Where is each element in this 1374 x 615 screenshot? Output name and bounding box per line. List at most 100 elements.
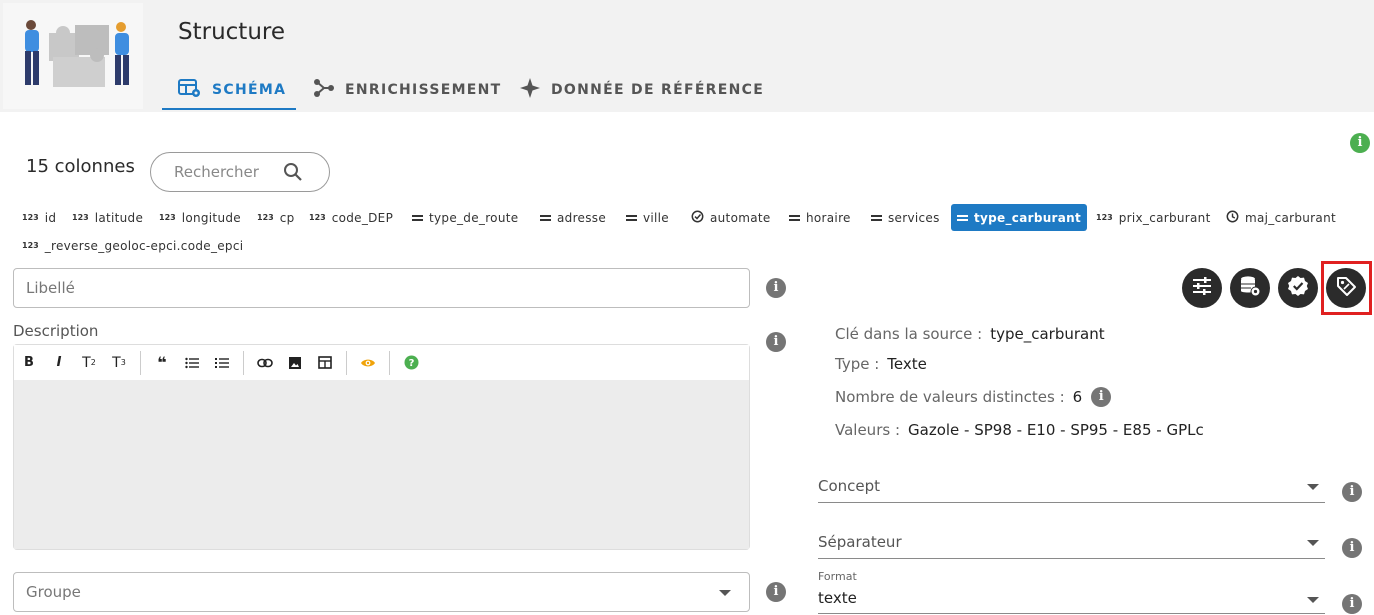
number-type-icon: 123 — [159, 213, 176, 222]
validate-button[interactable] — [1278, 268, 1318, 308]
concept-info-icon[interactable]: i — [1342, 482, 1362, 502]
chip-label: maj_carburant — [1245, 210, 1336, 225]
chip-label: id — [44, 210, 57, 225]
chevron-down-icon — [1307, 484, 1319, 490]
numbered-list-button[interactable] — [207, 348, 237, 378]
groupe-info-icon[interactable]: i — [766, 582, 786, 602]
format-label: Format — [818, 570, 857, 583]
type-value: Texte — [887, 355, 927, 373]
source-key-value: type_carburant — [990, 325, 1105, 343]
column-chip[interactable]: 123 id — [16, 204, 62, 231]
number-type-icon: 123 — [72, 213, 89, 222]
preview-eye-icon[interactable] — [353, 348, 383, 378]
bold-button[interactable]: B — [14, 348, 44, 378]
chip-label: horaire — [806, 210, 851, 225]
chip-label: longitude — [181, 210, 241, 225]
distinct-info-icon[interactable]: i — [1091, 387, 1112, 407]
column-count: 15 colonnes — [26, 156, 135, 177]
column-chip[interactable]: horaire — [783, 204, 857, 231]
database-settings-button[interactable] — [1230, 268, 1270, 308]
database-settings-icon — [1239, 275, 1261, 301]
text-type-icon — [540, 214, 551, 221]
text-type-icon — [412, 214, 423, 221]
search-input[interactable]: Rechercher — [150, 152, 330, 192]
description-info-icon[interactable]: i — [766, 332, 786, 352]
heading2-button[interactable]: T2 — [74, 348, 104, 378]
format-info-icon[interactable]: i — [1342, 594, 1362, 614]
chip-label: latitude — [94, 210, 144, 225]
separator-select[interactable]: Séparateur — [818, 528, 1325, 559]
number-type-icon: 123 — [257, 213, 274, 222]
search-placeholder: Rechercher — [174, 163, 259, 181]
quote-button[interactable]: ❝ — [147, 348, 177, 378]
chevron-down-icon — [719, 590, 731, 596]
editor-toolbar: B I T2 T3 ❝ ? — [14, 345, 749, 380]
column-chip[interactable]: 123 longitude — [153, 204, 247, 231]
column-chip-active[interactable]: type_carburant — [951, 204, 1088, 231]
settings-sliders-button[interactable] — [1182, 268, 1222, 308]
libelle-placeholder: Libellé — [26, 279, 75, 297]
column-chip[interactable]: 123 code_DEP — [303, 204, 399, 231]
libelle-input[interactable]: Libellé — [13, 268, 750, 308]
tab-label: ENRICHISSEMENT — [345, 82, 502, 98]
tab-label: DONNÉE DE RÉFÉRENCE — [551, 82, 765, 98]
format-select[interactable] — [818, 586, 1325, 614]
clock-icon — [1226, 210, 1239, 226]
source-key-label: Clé dans la source : — [835, 325, 983, 343]
help-icon[interactable]: ? — [396, 348, 426, 378]
link-button[interactable] — [250, 348, 280, 378]
heading3-button[interactable]: T3 — [104, 348, 134, 378]
distinct-value: 6 — [1072, 388, 1083, 406]
description-editor: B I T2 T3 ❝ ? — [13, 344, 750, 550]
column-chip[interactable]: 123 _reverse_geoloc-epci.code_epci — [16, 232, 249, 259]
chip-label: services — [888, 210, 940, 225]
help-info-icon[interactable]: i — [1350, 133, 1370, 153]
groupe-placeholder: Groupe — [26, 583, 81, 601]
distinct-label: Nombre de valeurs distinctes : — [835, 388, 1065, 406]
column-chip[interactable]: 123 prix_carburant — [1090, 204, 1217, 231]
distinct-values-row: Nombre de valeurs distinctes : 6 i — [835, 387, 1112, 407]
text-type-icon — [957, 214, 968, 221]
image-button[interactable] — [280, 348, 310, 378]
column-chip[interactable]: maj_carburant — [1220, 204, 1342, 231]
text-type-icon — [871, 214, 882, 221]
table-settings-icon — [178, 78, 202, 102]
column-chip[interactable]: adresse — [534, 204, 612, 231]
number-type-icon: 123 — [1096, 213, 1113, 222]
column-chip[interactable]: ville — [620, 204, 675, 231]
active-tab-indicator — [162, 108, 296, 110]
bullet-list-button[interactable] — [177, 348, 207, 378]
italic-button[interactable]: I — [44, 348, 74, 378]
chip-label: prix_carburant — [1118, 210, 1211, 225]
description-textarea[interactable] — [14, 380, 749, 549]
toolbar-divider — [140, 350, 141, 375]
column-chip[interactable]: automate — [685, 204, 777, 231]
column-chip[interactable]: 123 latitude — [66, 204, 149, 231]
chevron-down-icon — [1307, 597, 1319, 603]
chip-label: code_DEP — [331, 210, 394, 225]
tab-donnee-de-reference[interactable]: DONNÉE DE RÉFÉRENCE — [519, 70, 764, 110]
values-value: Gazole - SP98 - E10 - SP95 - E85 - GPLc — [908, 421, 1204, 439]
chevron-down-icon — [1307, 540, 1319, 546]
column-chip[interactable]: type_de_route — [406, 204, 524, 231]
separator-label: Séparateur — [818, 533, 902, 551]
separator-info-icon[interactable]: i — [1342, 538, 1362, 558]
column-chip[interactable]: services — [865, 204, 946, 231]
text-type-icon — [789, 214, 800, 221]
chip-label: automate — [710, 210, 771, 225]
number-type-icon: 123 — [22, 213, 39, 222]
libelle-info-icon[interactable]: i — [766, 278, 786, 298]
search-icon — [283, 162, 303, 186]
tab-schema[interactable]: SCHÉMA — [178, 70, 286, 110]
values-row: Valeurs : Gazole - SP98 - E10 - SP95 - E… — [835, 421, 1204, 439]
description-label: Description — [13, 322, 99, 340]
type-label: Type : — [835, 355, 880, 373]
column-chip[interactable]: 123 cp — [251, 204, 301, 231]
concept-select[interactable]: Concept — [818, 472, 1325, 503]
table-button[interactable] — [310, 348, 340, 378]
groupe-select[interactable]: Groupe — [13, 572, 750, 612]
tab-label: SCHÉMA — [212, 82, 287, 98]
tab-enrichissement[interactable]: ENRICHISSEMENT — [313, 70, 502, 110]
values-label: Valeurs : — [835, 421, 900, 439]
sliders-icon — [1192, 277, 1212, 299]
